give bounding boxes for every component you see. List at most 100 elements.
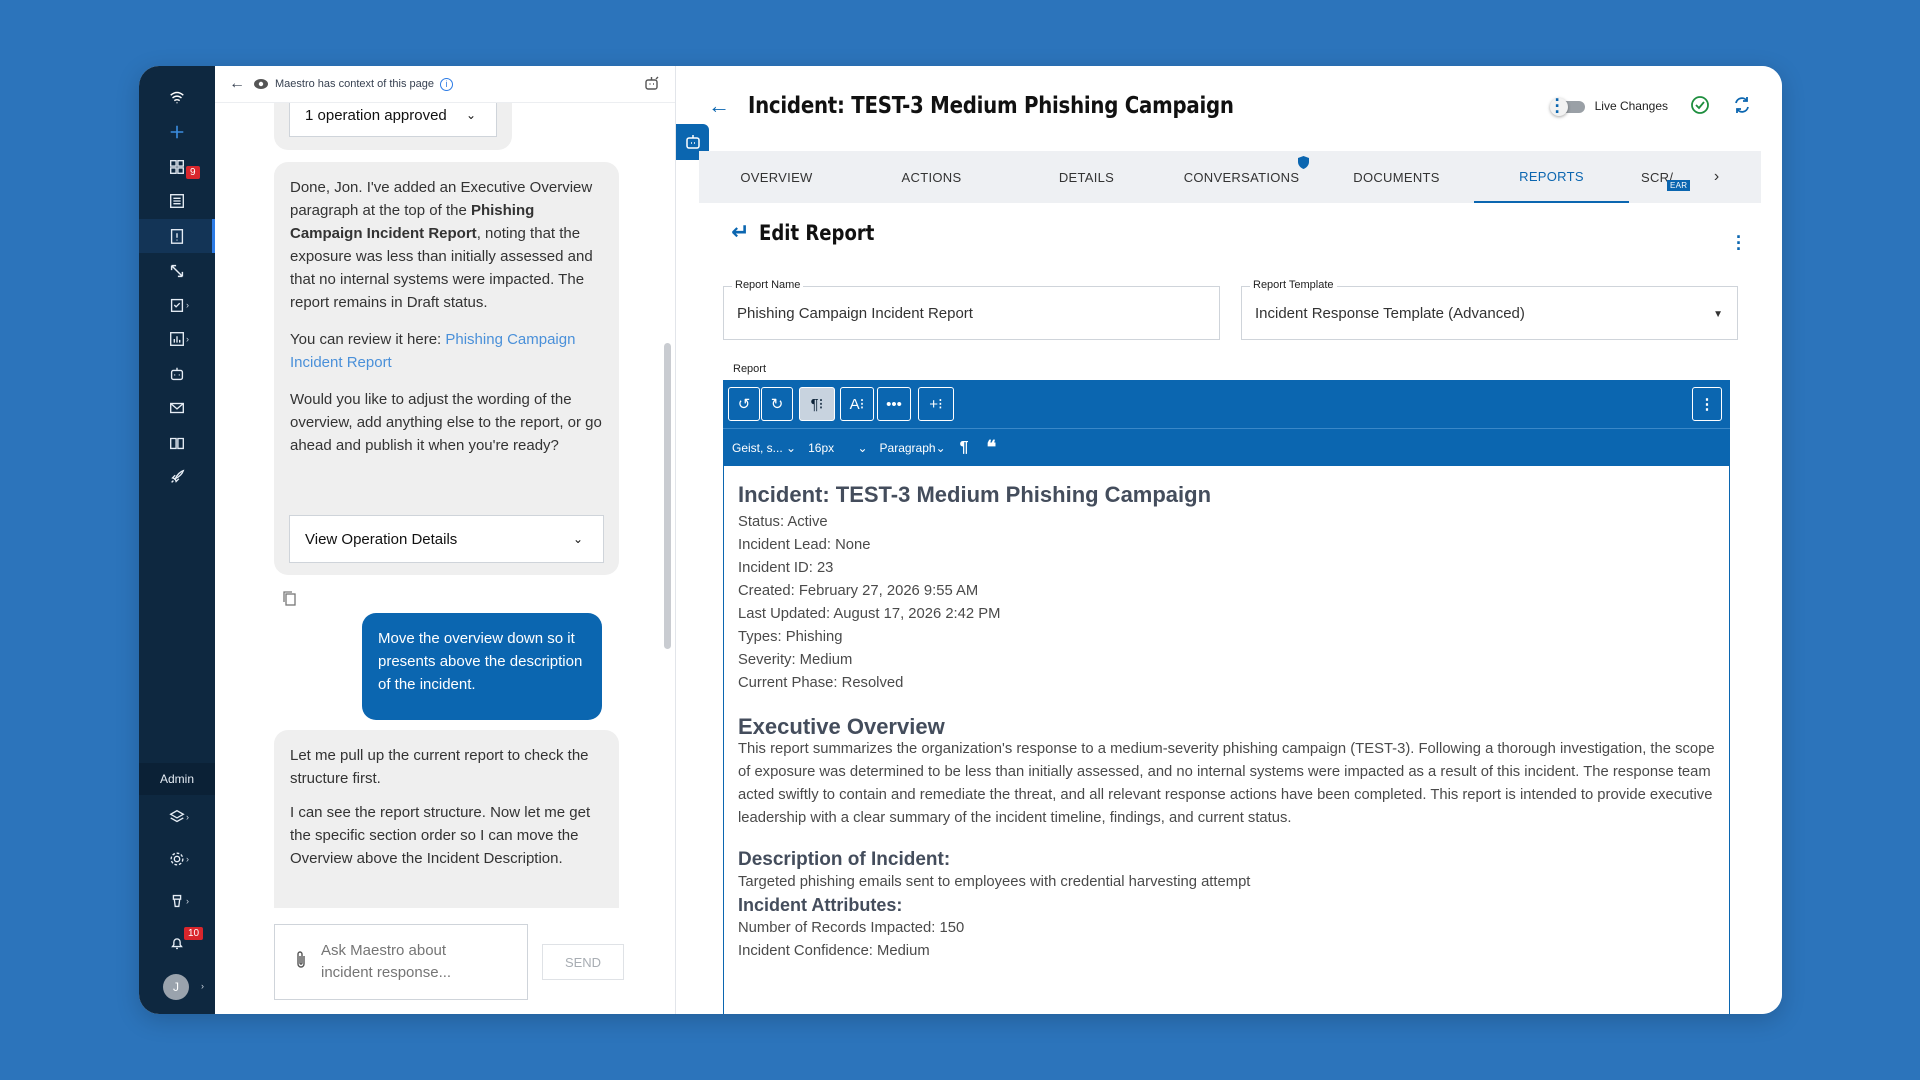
chat-header: ← Maestro has context of this page i (215, 66, 675, 103)
shield-icon (1298, 156, 1309, 172)
font-family-select[interactable]: Geist, s... ⌄ (732, 441, 796, 455)
eye-icon (254, 79, 268, 89)
mail-icon[interactable] (139, 391, 215, 425)
chevron-down-icon: ⌄ (857, 440, 868, 455)
view-operation-details-label: View Operation Details (305, 530, 458, 548)
copy-icon[interactable] (281, 589, 297, 612)
report-heading: Incident: TEST-3 Medium Phishing Campaig… (738, 482, 1212, 507)
quote-icon[interactable]: ❝ (987, 437, 997, 458)
report-name-value[interactable]: Phishing Campaign Incident Report (737, 305, 973, 322)
tab-details[interactable]: DETAILS (1009, 151, 1164, 203)
left-nav: 9 › › Admin › › › 10 J › (139, 66, 215, 1014)
report-field: Severity: Medium (738, 652, 853, 668)
tasks-caret-icon: › (186, 300, 189, 310)
more-tools-icon[interactable]: ••• (877, 387, 911, 421)
live-changes-toggle[interactable]: Live Changes (1549, 97, 1668, 116)
report-editor[interactable]: Incident: TEST-3 Medium Phishing Campaig… (723, 466, 1730, 1014)
tab-scr[interactable]: SCR/ EAR (1629, 151, 1699, 203)
plugin-icon[interactable] (139, 884, 215, 918)
report-field: Types: Phishing (738, 629, 843, 645)
tab-overview[interactable]: OVERVIEW (699, 151, 854, 203)
pilcrow-icon[interactable]: ¶ (960, 439, 969, 457)
header-actions: Live Changes · · · (1549, 91, 1752, 121)
paragraph-mode-icon[interactable]: ¶⁝ (799, 387, 835, 421)
tasks-icon[interactable] (139, 288, 215, 322)
paperclip-icon[interactable] (295, 950, 307, 975)
rocket-icon[interactable] (139, 460, 215, 494)
message-paragraph: You can review it here: Phishing Campaig… (290, 328, 603, 374)
bot-icon[interactable] (139, 357, 215, 391)
font-size-select[interactable]: 16px ⌄ (808, 441, 867, 455)
undo-icon[interactable]: ↺ (728, 387, 760, 421)
dashboard-icon[interactable] (139, 150, 215, 184)
toolbar-more-icon[interactable]: ⋮ (1692, 387, 1722, 421)
attribute-row: Number of Records Impacted: 150 (738, 920, 965, 936)
info-icon[interactable]: i (439, 77, 453, 91)
assistant-message: Let me pull up the current report to che… (274, 730, 619, 908)
check-circle-icon[interactable] (1690, 95, 1710, 118)
expand-icon[interactable] (139, 254, 215, 288)
insert-block-icon[interactable]: +⁝ (918, 387, 954, 421)
tab-conversations[interactable]: CONVERSATIONS (1164, 151, 1319, 203)
book-icon[interactable] (139, 426, 215, 460)
chat-input-box[interactable] (274, 924, 528, 1000)
operation-approved-dropdown[interactable]: 1 operation approved ⌄ (289, 103, 497, 137)
app-window: 9 › › Admin › › › 10 J › ← Maestro has c… (139, 66, 1782, 1014)
report-field: Incident ID: 23 (738, 560, 834, 576)
tab-documents[interactable]: DOCUMENTS (1319, 151, 1474, 203)
report-field: Current Phase: Resolved (738, 675, 904, 691)
tab-reports[interactable]: REPORTS (1474, 151, 1629, 203)
user-message: Move the overview down so it presents ab… (362, 613, 602, 720)
chat-messages: 1 operation approved ⌄ Done, Jon. I've a… (215, 103, 661, 908)
list-icon[interactable] (139, 184, 215, 218)
chevron-right-icon[interactable]: › (1699, 151, 1734, 203)
redo-icon[interactable]: ↻ (761, 387, 793, 421)
maestro-chat-panel: ← Maestro has context of this page i 1 o… (215, 66, 676, 1014)
layers-icon[interactable] (139, 800, 215, 834)
back-arrow-icon[interactable]: ← (708, 93, 730, 119)
bot-settings-icon[interactable] (643, 74, 661, 95)
chevron-down-icon: ⌄ (786, 440, 797, 455)
chat-scrollbar[interactable] (664, 343, 671, 649)
add-icon[interactable] (139, 115, 215, 149)
font-family-value: Geist, s... (732, 440, 783, 455)
tab-actions[interactable]: ACTIONS (854, 151, 1009, 203)
chevron-down-icon: ⌄ (465, 108, 476, 122)
executive-overview-body: This report summarizes the organization'… (738, 741, 1715, 826)
report-label: Report (733, 363, 767, 375)
bell-icon[interactable] (139, 926, 215, 960)
message-paragraph: Would you like to adjust the wording of … (290, 391, 602, 454)
view-operation-details-dropdown[interactable]: View Operation Details ⌄ (289, 515, 604, 563)
format-toolbar: Geist, s... ⌄ 16px ⌄ Paragraph⌄ ¶ ❝ (723, 428, 1730, 466)
report-field: Incident Lead: None (738, 537, 871, 553)
block-type-select[interactable]: Paragraph⌄ (880, 441, 946, 455)
report-template-label: Report Template (1250, 279, 1337, 291)
gear-icon[interactable] (139, 842, 215, 876)
sync-icon[interactable] (1732, 95, 1752, 118)
plugin-caret-icon: › (186, 896, 189, 906)
report-field: Last Updated: August 17, 2026 2:42 PM (738, 606, 1001, 622)
logo-icon[interactable] (139, 80, 215, 114)
avatar[interactable]: J (163, 974, 189, 1000)
report-more-menu-icon[interactable]: · · · (1734, 228, 1744, 258)
back-arrow-icon[interactable]: ← (229, 75, 245, 93)
send-button[interactable]: SEND (542, 944, 624, 980)
text-style-icon[interactable]: A⁝ (840, 387, 874, 421)
return-arrow-icon[interactable]: ↵ (731, 220, 749, 245)
layers-caret-icon: › (186, 812, 189, 822)
operation-approved-label: 1 operation approved (305, 106, 447, 124)
more-menu-icon[interactable]: · · · (1553, 91, 1563, 121)
incident-icon[interactable] (139, 219, 215, 253)
page-header: ← Incident: TEST-3 Medium Phishing Campa… (708, 86, 1752, 126)
reports-icon[interactable] (139, 322, 215, 356)
report-template-value: Incident Response Template (Advanced) (1255, 305, 1525, 322)
report-name-label: Report Name (732, 279, 804, 291)
block-type-value: Paragraph (879, 440, 936, 455)
chat-input[interactable] (321, 940, 491, 984)
report-name-field[interactable]: Report Name Phishing Campaign Incident R… (723, 279, 1220, 340)
executive-overview-heading: Executive Overview (738, 714, 945, 739)
description-heading: Description of Incident: (738, 849, 951, 870)
font-size-value: 16px (808, 440, 835, 455)
message-text: Done, Jon. I've added an Executive Overv… (290, 179, 593, 219)
report-template-select[interactable]: Report Template Incident Response Templa… (1241, 279, 1738, 340)
